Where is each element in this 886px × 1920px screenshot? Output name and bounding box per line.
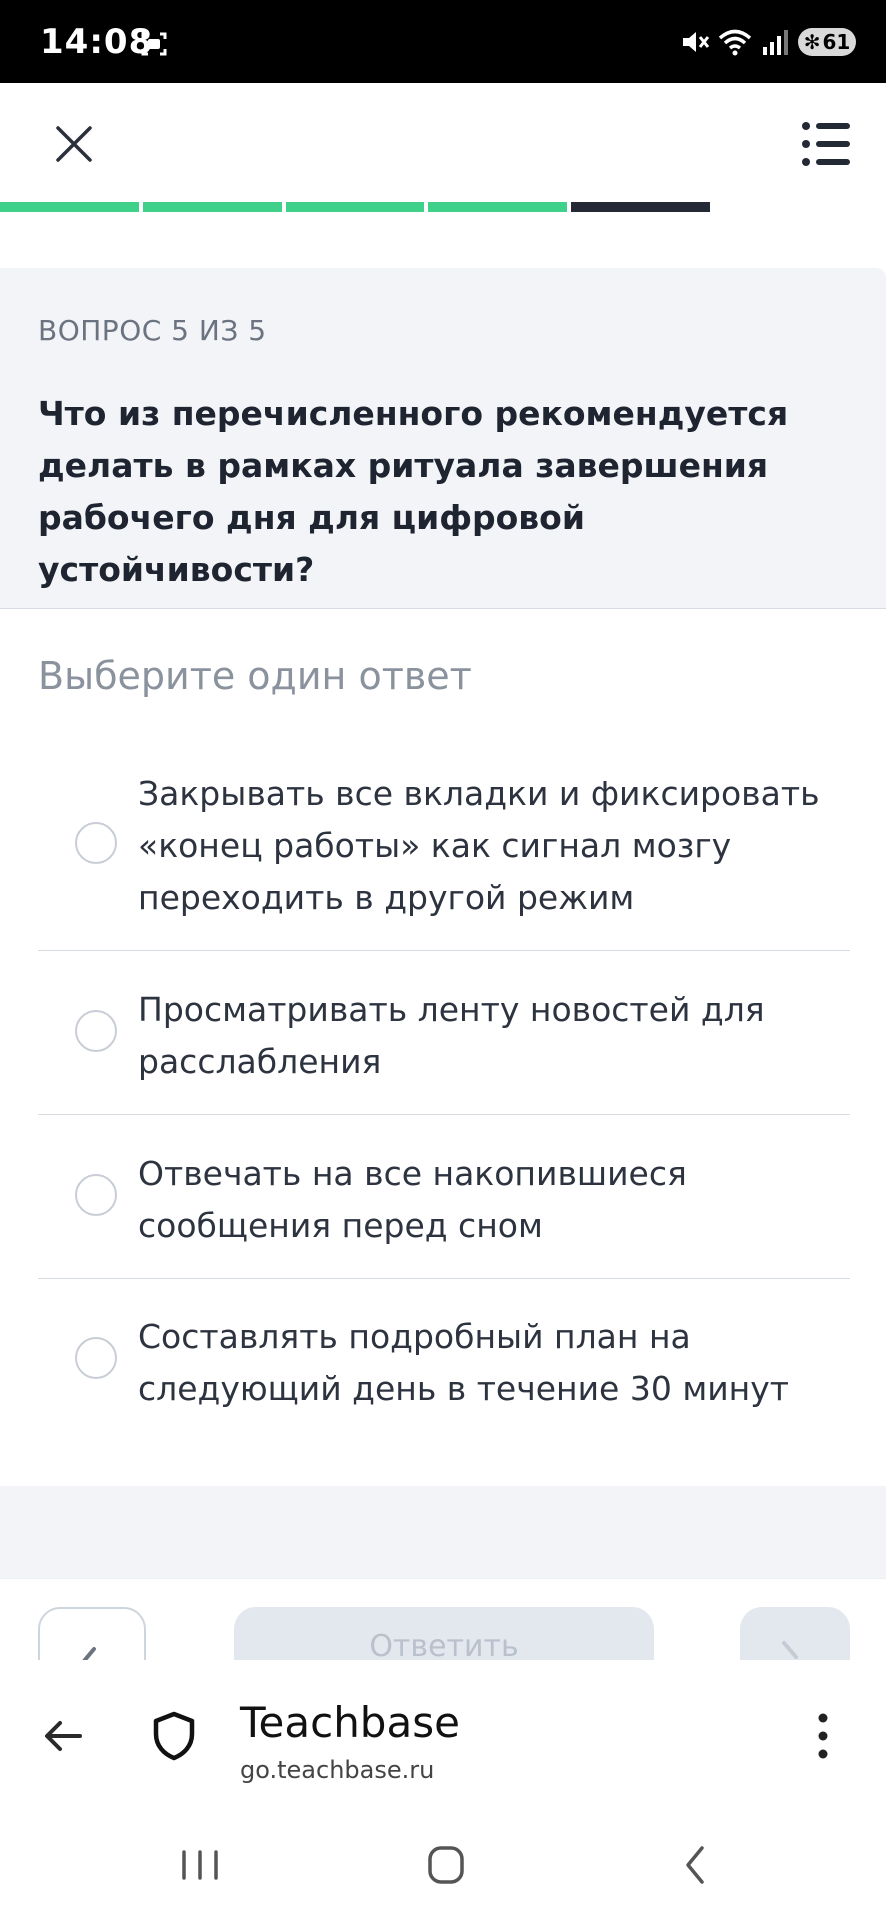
progress-segment-current [571,202,710,212]
question-text: Что из перечисленного рекомендуется дела… [38,394,789,589]
site-title[interactable]: Teachbase [240,1698,460,1747]
back-arrow-icon[interactable] [40,1712,88,1760]
check-icon [82,1647,96,1661]
site-url[interactable]: go.teachbase.ru [240,1756,434,1784]
check-button[interactable] [38,1607,146,1661]
chevron-right-icon [782,1641,798,1659]
screen-record-icon [141,32,167,56]
next-button[interactable] [740,1607,850,1661]
signal-icon [763,30,788,55]
close-button[interactable] [48,118,100,170]
battery-level: 61 [822,30,851,54]
answer-option-label: Закрывать все вкладки и фиксировать «кон… [138,774,820,917]
browser-bar: Teachbase go.teachbase.ru [0,1660,886,1810]
question-counter: ВОПРОС 5 ИЗ 5 [38,314,267,347]
mute-icon [683,32,710,52]
battery-indicator: ✻ 61 [798,28,856,56]
back-nav-icon[interactable] [666,1840,726,1890]
system-nav-bar [0,1810,886,1920]
submit-answer-button[interactable]: Ответить [234,1607,654,1661]
radio-button[interactable] [75,1337,117,1379]
answer-option-label: Составлять подробный план на следующий д… [138,1317,789,1408]
wifi-icon [718,29,752,56]
radio-button[interactable] [75,1174,117,1216]
answer-option-label: Отвечать на все накопившиеся сообщения п… [138,1154,687,1245]
question-progress [0,202,710,212]
shield-icon[interactable] [152,1710,196,1762]
answer-option-3[interactable]: Отвечать на все накопившиеся сообщения п… [38,1115,850,1279]
status-icons: ✻ 61 [680,26,856,58]
progress-segment [0,202,139,212]
progress-segment [142,202,282,212]
status-bar: 14:08 ✻ 61 [0,0,886,83]
radio-button[interactable] [75,822,117,864]
more-options-icon[interactable] [808,1710,838,1762]
answer-instruction: Выберите один ответ [38,654,472,698]
answer-option-4[interactable]: Составлять подробный план на следующий д… [38,1279,850,1439]
answer-option-1[interactable]: Закрывать все вкладки и фиксировать «кон… [38,754,850,951]
status-time: 14:08 [40,22,154,62]
contents-menu-button[interactable] [800,118,852,170]
home-icon[interactable] [416,1840,476,1890]
answer-option-label: Просматривать ленту новостей для расслаб… [138,990,765,1081]
progress-segment [428,202,568,212]
progress-segment [285,202,425,212]
action-bar: Ответить [0,1578,886,1661]
answer-option-2[interactable]: Просматривать ленту новостей для расслаб… [38,951,850,1115]
radio-button[interactable] [75,1010,117,1052]
battery-saver-icon: ✻ [803,30,821,54]
recent-apps-icon[interactable] [170,1840,230,1890]
